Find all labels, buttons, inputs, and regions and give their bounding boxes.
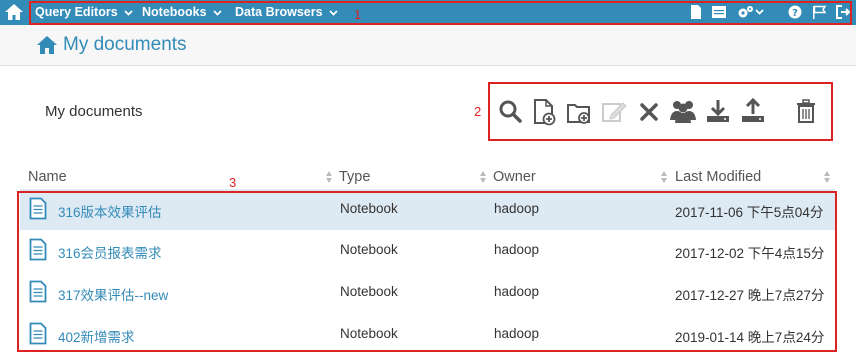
sort-icon[interactable]: [660, 170, 668, 184]
annotation-box-2: [488, 82, 833, 141]
sort-icon[interactable]: [479, 170, 487, 184]
home-icon[interactable]: [4, 2, 24, 22]
annotation-label-2: 2: [474, 104, 482, 119]
annotation-box-1: [29, 1, 852, 25]
annotation-label-3: 3: [229, 175, 237, 190]
column-header-type[interactable]: Type: [339, 169, 370, 185]
annotation-label-1: 1: [354, 7, 362, 22]
sort-icon[interactable]: [325, 170, 333, 184]
breadcrumb: My documents: [45, 103, 143, 120]
page-title[interactable]: My documents: [63, 34, 187, 56]
column-header-last-modified[interactable]: Last Modified: [675, 169, 761, 185]
sort-icon[interactable]: [823, 170, 831, 184]
home-icon[interactable]: [36, 35, 58, 55]
page-header: My documents: [0, 25, 856, 66]
column-header-name[interactable]: Name: [28, 169, 67, 185]
annotation-box-3: [17, 191, 837, 352]
column-header-owner[interactable]: Owner: [493, 169, 536, 185]
